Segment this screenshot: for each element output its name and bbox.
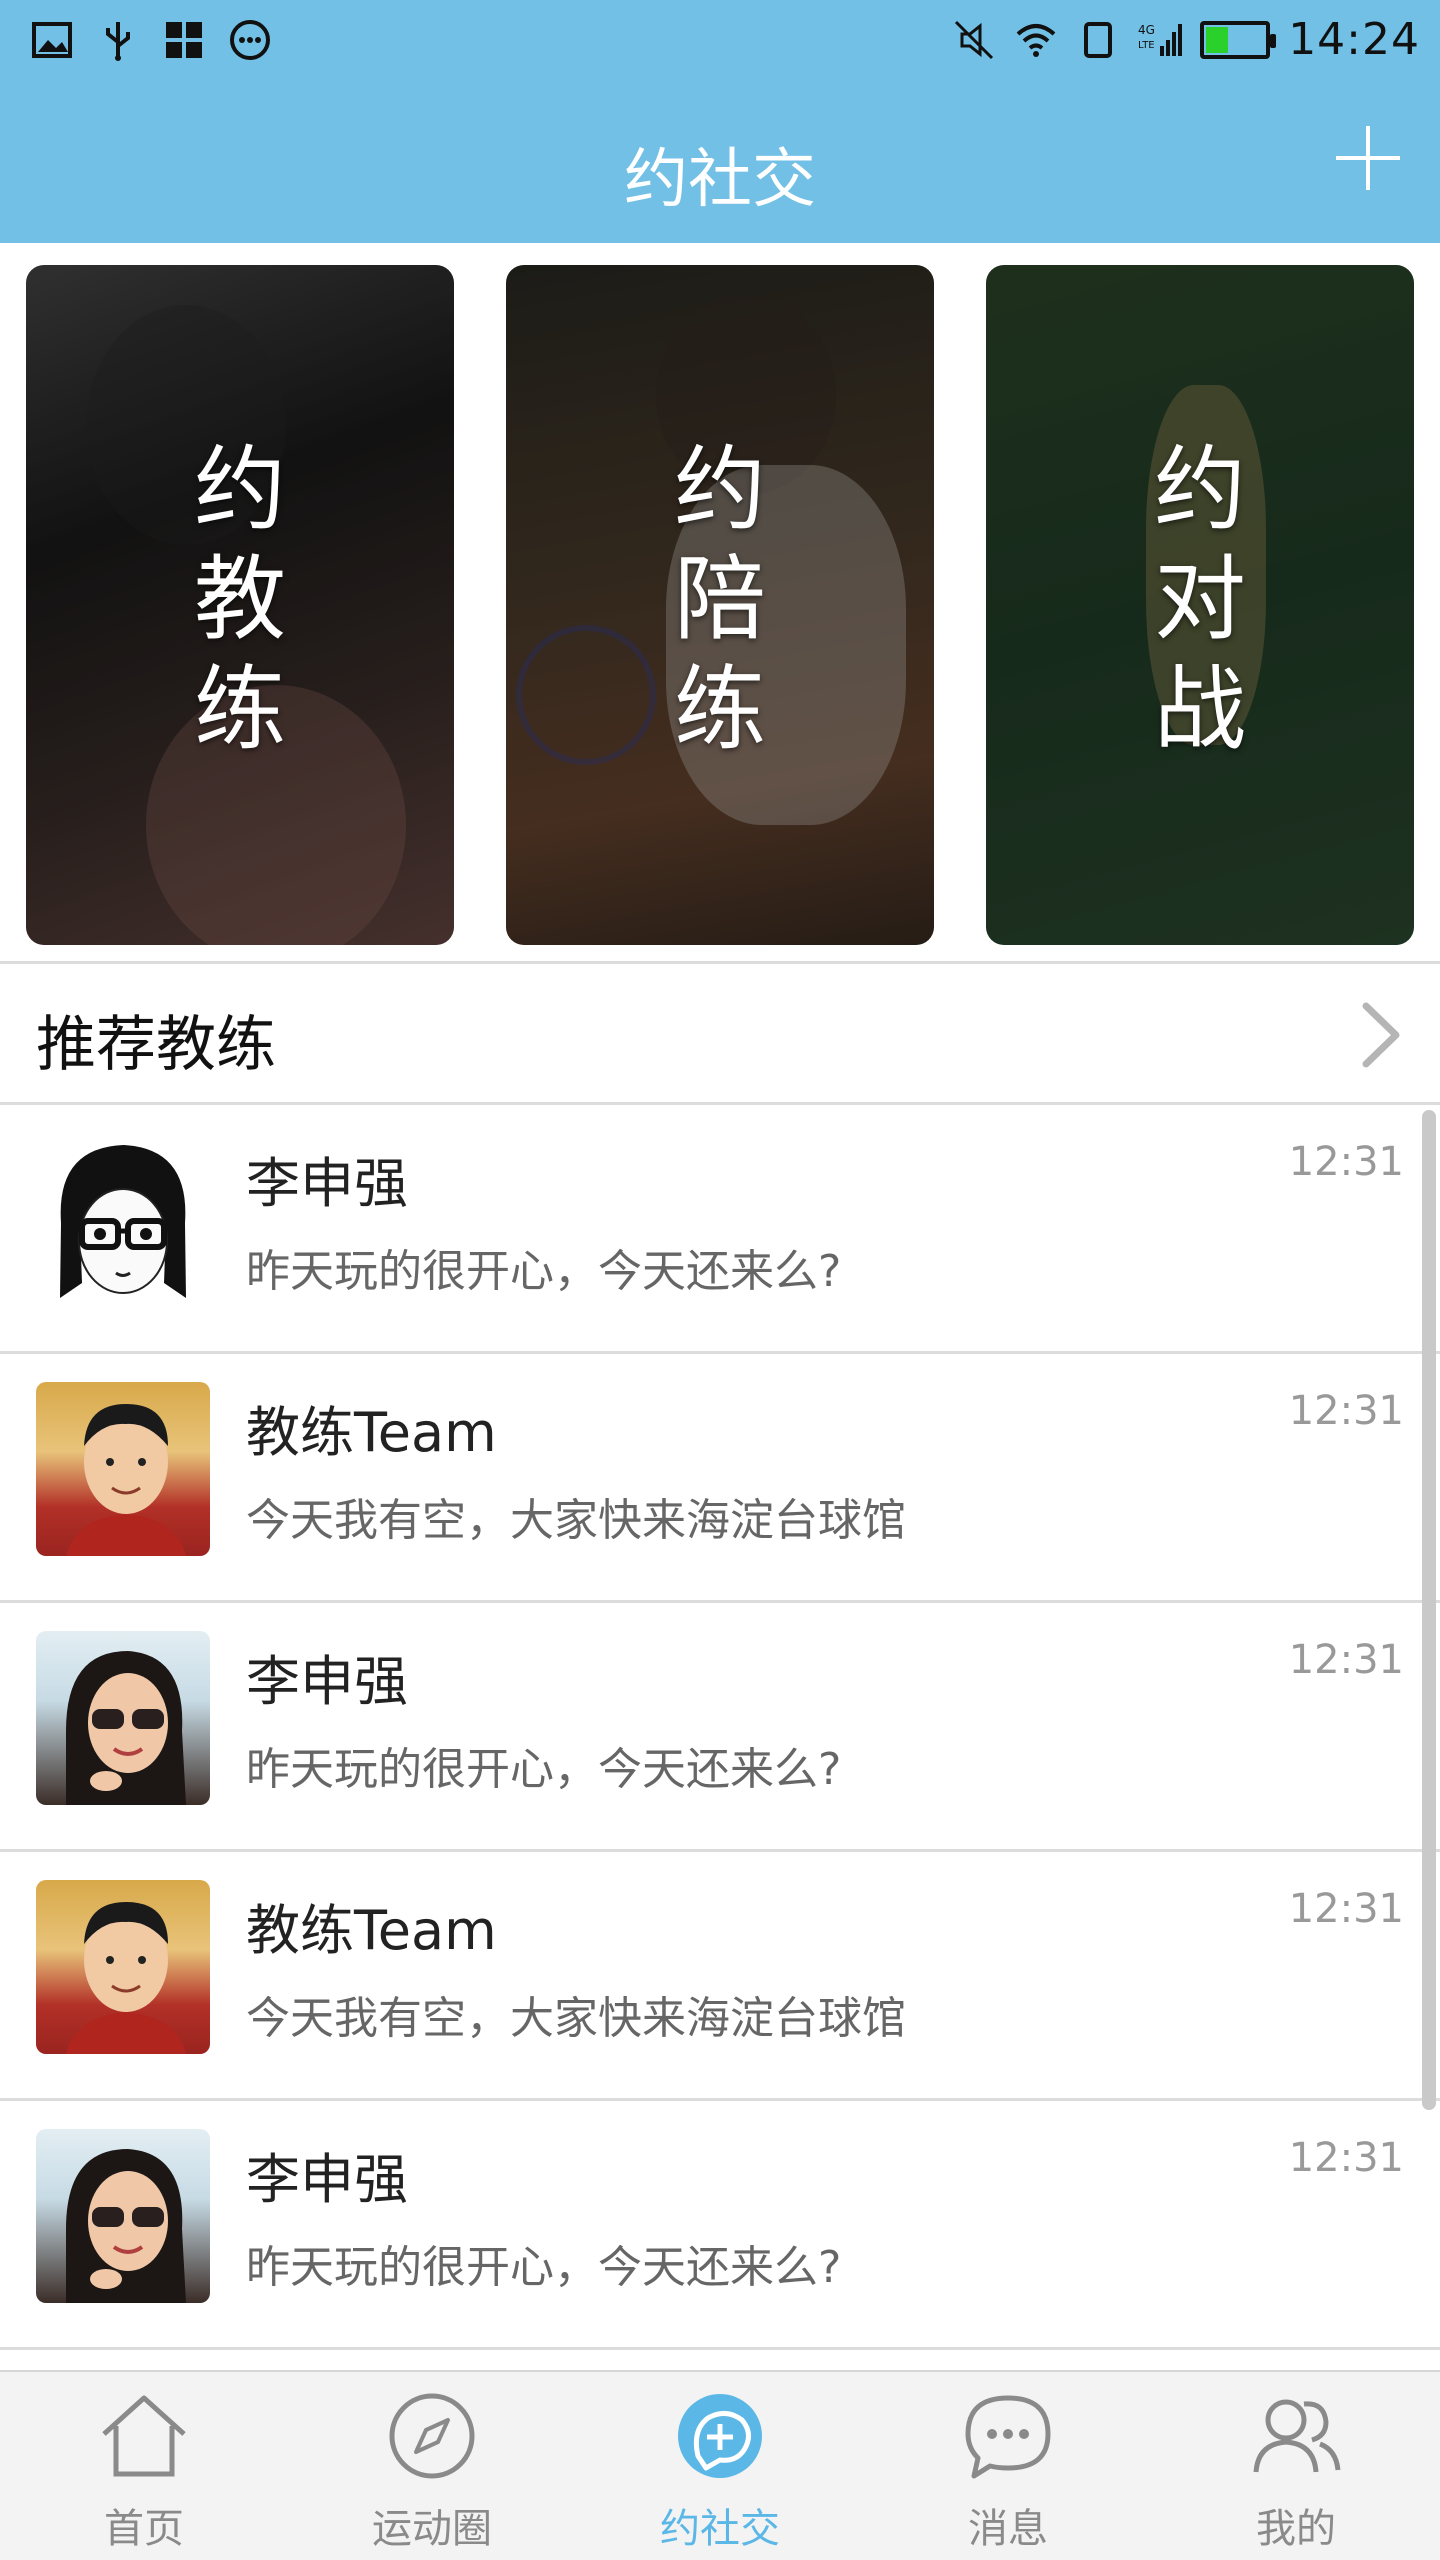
nav-me[interactable]: 我的 (1152, 2372, 1440, 2560)
bottom-navigation: 首页 运动圈 约社交 消息 我的 (0, 2370, 1440, 2560)
item-name: 李申强 (246, 2148, 408, 2211)
battery-icon (1200, 20, 1277, 59)
home-icon (102, 2395, 186, 2477)
list-item[interactable]: 教练Team 今天我有空，大家快来海淀台球馆 12:31 (0, 1354, 1440, 1603)
page-title: 约社交 (624, 143, 816, 217)
sim-icon (1084, 21, 1113, 58)
card-label: 约 教 练 (193, 436, 286, 763)
header: 约社交 (0, 86, 1440, 243)
item-time: 12:31 (1288, 2135, 1404, 2181)
man-avatar-image (66, 1902, 186, 2054)
list-item[interactable]: 李申强 昨天玩的很开心，今天还来么? 12:31 (0, 1603, 1440, 1852)
card-label: 约 陪 练 (673, 436, 766, 763)
social-icon (678, 2394, 762, 2478)
item-time: 12:31 (1288, 1637, 1404, 1683)
woman-avatar-image (66, 2149, 186, 2303)
nav-sports-circle[interactable]: 运动圈 (288, 2372, 576, 2560)
nav-label: 运动圈 (372, 2506, 492, 2552)
woman-avatar-image (66, 1651, 186, 1805)
card-book-partner[interactable]: 约 陪 练 (506, 265, 934, 945)
usb-icon (106, 22, 130, 61)
item-time: 12:31 (1288, 1388, 1404, 1434)
card-book-match[interactable]: 约 对 战 (986, 265, 1414, 945)
message-list: 李申强 昨天玩的很开心，今天还来么? 12:31 教练Team 今天我有空，大家… (0, 1105, 1440, 2370)
man-avatar-image (66, 1404, 186, 1556)
avatar (36, 1133, 210, 1307)
nav-label: 约社交 (660, 2506, 780, 2552)
avatar (36, 1880, 210, 2054)
mute-icon (955, 20, 994, 59)
nav-social[interactable]: 约社交 (576, 2372, 864, 2560)
status-time: 14:24 (1288, 14, 1420, 65)
item-message: 今天我有空，大家快来海淀台球馆 (246, 1993, 906, 2044)
item-name: 教练Team (246, 1899, 497, 1962)
avatar (36, 1631, 210, 1805)
item-message: 昨天玩的很开心，今天还来么? (246, 2242, 842, 2293)
item-message: 昨天玩的很开心，今天还来么? (246, 1246, 842, 1297)
card-book-coach[interactable]: 约 教 练 (26, 265, 454, 945)
item-time: 12:31 (1288, 1886, 1404, 1932)
category-cards: 约 教 练 约 陪 练 约 对 战 (0, 243, 1440, 961)
cartoon-avatar-image (60, 1145, 186, 1298)
chevron-right-icon (1362, 1002, 1400, 1068)
signal-icon: 4G LTE (1138, 23, 1183, 56)
svg-text:4G: 4G (1138, 23, 1155, 37)
wifi-icon (1016, 23, 1056, 57)
item-message: 今天我有空，大家快来海淀台球馆 (246, 1495, 906, 1546)
message-icon (965, 2395, 1051, 2479)
app-grid-icon (166, 22, 202, 58)
list-item[interactable]: 教练Team 今天我有空，大家快来海淀台球馆 12:31 (0, 1852, 1440, 2101)
item-name: 李申强 (246, 1152, 408, 1215)
svg-text:LTE: LTE (1138, 40, 1155, 51)
app-screen: 4G LTE 14:24 约社交 约 教 练 约 陪 练 约 对 战 推荐教练 … (0, 0, 1440, 2560)
avatar (36, 1382, 210, 1556)
card-label: 约 对 战 (1153, 436, 1246, 763)
avatar (36, 2129, 210, 2303)
item-message: 昨天玩的很开心，今天还来么? (246, 1744, 842, 1795)
list-scrollbar[interactable] (1422, 1110, 1436, 2110)
compass-icon (389, 2393, 475, 2479)
user-icon (1253, 2399, 1341, 2473)
section-title: 推荐教练 (36, 1010, 276, 1080)
status-bar: 4G LTE 14:24 (0, 0, 1440, 86)
nav-messages[interactable]: 消息 (864, 2372, 1152, 2560)
item-name: 教练Team (246, 1401, 497, 1464)
status-left-icons (30, 18, 272, 62)
nav-home[interactable]: 首页 (0, 2372, 288, 2560)
status-right-icons: 4G LTE 14:24 (952, 14, 1420, 65)
item-time: 12:31 (1288, 1139, 1404, 1185)
add-button[interactable] (1336, 126, 1400, 190)
image-notification-icon (32, 22, 72, 58)
nav-label: 首页 (104, 2506, 184, 2552)
nav-label: 消息 (968, 2506, 1048, 2552)
item-name: 李申强 (246, 1650, 408, 1713)
more-dots-icon (230, 20, 270, 60)
nav-label: 我的 (1256, 2506, 1336, 2552)
list-item[interactable]: 李申强 昨天玩的很开心，今天还来么? 12:31 (0, 2101, 1440, 2350)
top-bar: 4G LTE 14:24 约社交 (0, 0, 1440, 243)
list-item[interactable]: 李申强 昨天玩的很开心，今天还来么? 12:31 (0, 1105, 1440, 1354)
recommended-coaches-header[interactable]: 推荐教练 (0, 961, 1440, 1105)
